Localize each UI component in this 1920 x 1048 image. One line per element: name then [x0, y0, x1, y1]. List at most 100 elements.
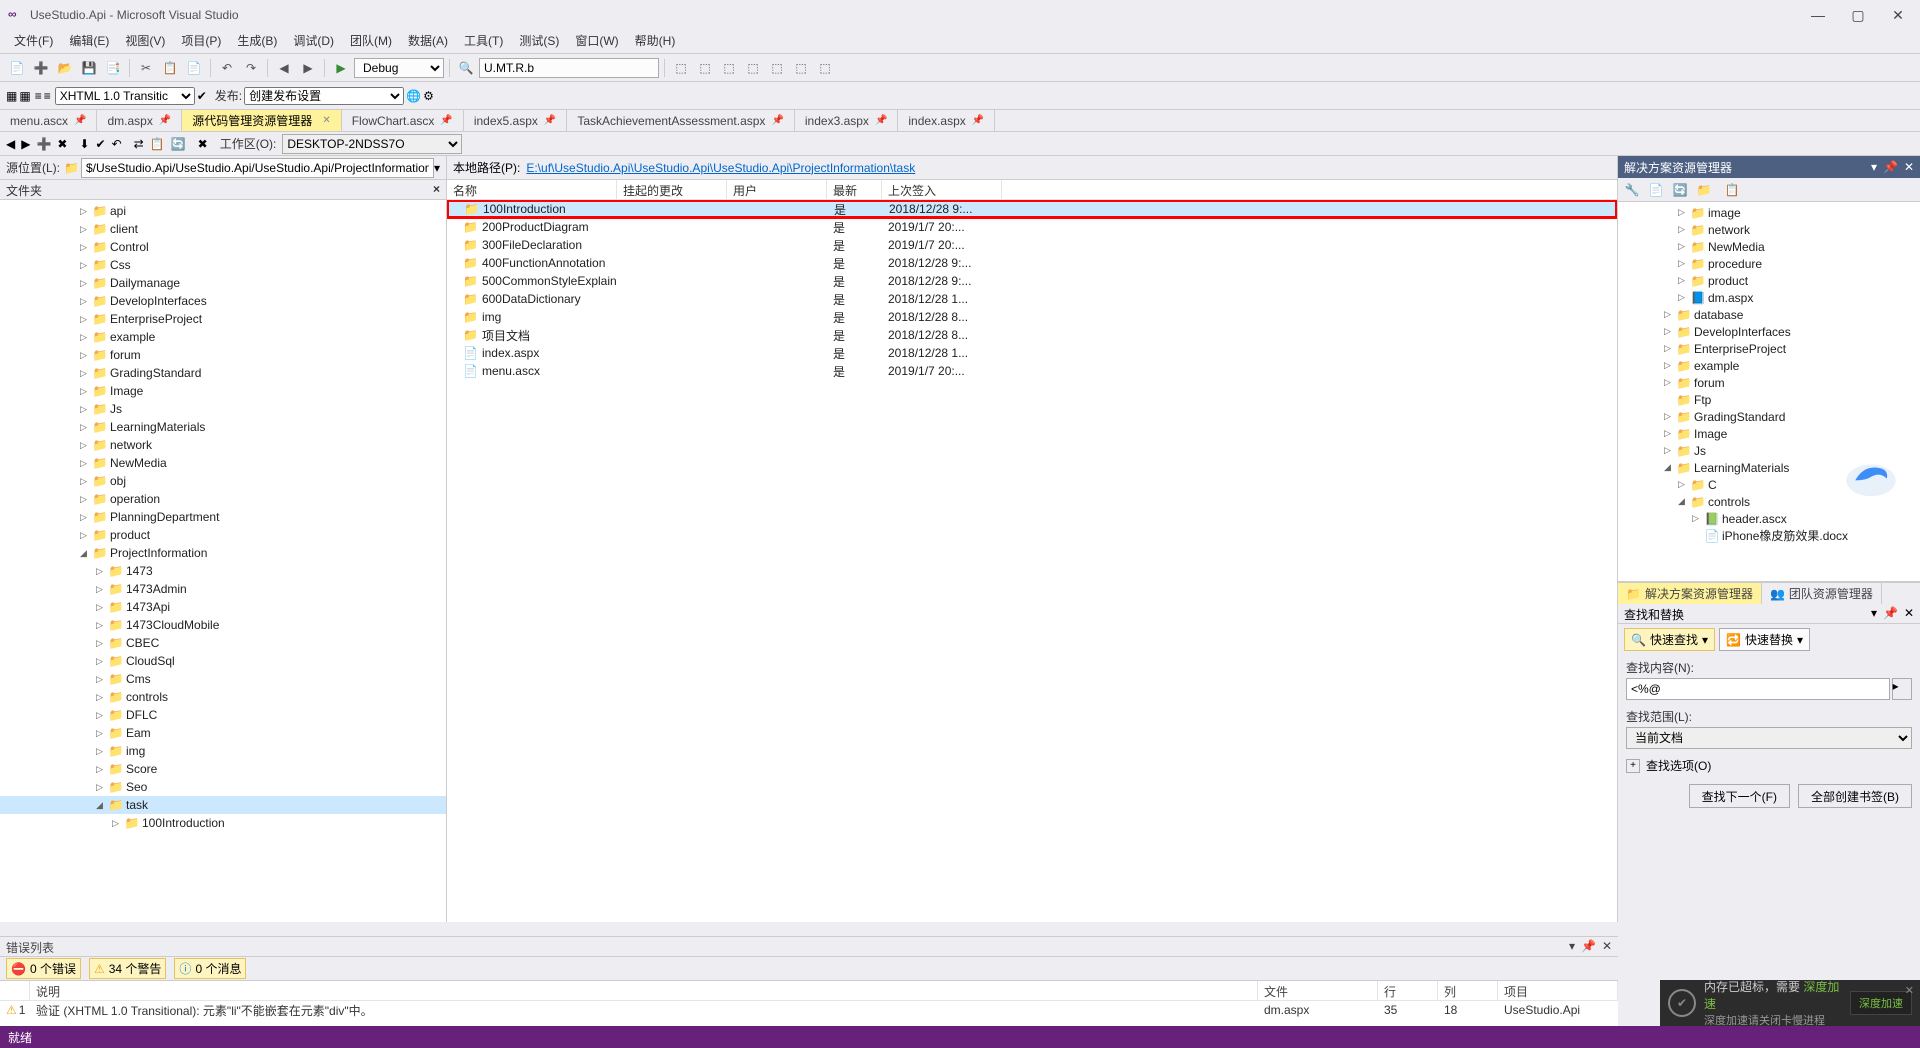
file-row[interactable]: 📁项目文档是2018/12/28 8... — [447, 326, 1617, 344]
panel-tab[interactable]: 👥团队资源管理器 — [1762, 583, 1882, 604]
column-header[interactable]: 名称 — [447, 180, 617, 199]
toolbox-icon-3[interactable]: ⬚ — [718, 57, 740, 79]
folder-tree-node[interactable]: ▷📁EnterpriseProject — [0, 310, 446, 328]
menu-item[interactable]: 生成(B) — [229, 30, 285, 53]
col-description[interactable]: 说明 — [30, 981, 1258, 1000]
pin-icon[interactable]: 📌 — [74, 115, 86, 126]
expand-icon[interactable]: ▷ — [96, 656, 108, 667]
toolbox-icon-2[interactable]: ⬚ — [694, 57, 716, 79]
save-all-icon[interactable]: 📑 — [102, 57, 124, 79]
expand-icon[interactable]: ▷ — [1678, 224, 1690, 235]
close-button[interactable]: ✕ — [1884, 7, 1912, 24]
expand-icon[interactable]: ▷ — [96, 566, 108, 577]
publish-select[interactable]: 创建发布设置 — [244, 87, 404, 105]
folder-tree-node[interactable]: ▷📁100Introduction — [0, 814, 446, 832]
folder-tree-node[interactable]: ▷📁controls — [0, 688, 446, 706]
sc-back-icon[interactable]: ◀ — [6, 137, 15, 151]
expand-icon[interactable]: ▷ — [1678, 241, 1690, 252]
expand-icon[interactable]: ▷ — [96, 746, 108, 757]
folder-tree-node[interactable]: ▷📁Dailymanage — [0, 274, 446, 292]
solution-tree-node[interactable]: ▷📁NewMedia — [1618, 238, 1920, 255]
solution-tree-node[interactable]: ▷📁product — [1618, 272, 1920, 289]
folder-tree-node[interactable]: ▷📁DFLC — [0, 706, 446, 724]
show-all-icon[interactable]: 📄 — [1646, 180, 1666, 200]
solution-tree-node[interactable]: ◢📁LearningMaterials — [1618, 459, 1920, 476]
copy-icon[interactable]: 📋 — [159, 57, 181, 79]
expand-icon[interactable]: ▷ — [80, 422, 92, 433]
pin-icon[interactable]: 📌 — [1581, 939, 1596, 954]
solution-tree-node[interactable]: ▷📁network — [1618, 221, 1920, 238]
folder-tree-node[interactable]: ▷📁CBEC — [0, 634, 446, 652]
expand-icon[interactable]: ▷ — [80, 314, 92, 325]
menu-item[interactable]: 视图(V) — [117, 30, 173, 53]
document-tab[interactable]: index.aspx📌 — [898, 110, 995, 131]
document-tab[interactable]: TaskAchievementAssessment.aspx📌 — [567, 110, 795, 131]
folder-tree-node[interactable]: ▷📁Image — [0, 382, 446, 400]
expand-icon[interactable]: ▷ — [80, 224, 92, 235]
expand-icon[interactable]: ▷ — [80, 440, 92, 451]
refresh-icon[interactable]: 🔄 — [1670, 180, 1690, 200]
col-col[interactable]: 列 — [1438, 981, 1498, 1000]
expand-icon[interactable]: ▷ — [80, 368, 92, 379]
folder-tree-node[interactable]: ▷📁obj — [0, 472, 446, 490]
expand-icon[interactable]: ▷ — [1678, 275, 1690, 286]
error-row[interactable]: ⚠1 验证 (XHTML 1.0 Transitional): 元素"li"不能… — [0, 1001, 1618, 1019]
folder-tree-node[interactable]: ▷📁Cms — [0, 670, 446, 688]
folder-tree-node[interactable]: ◢📁task — [0, 796, 446, 814]
pin-icon[interactable]: 📌 — [544, 115, 556, 126]
cut-icon[interactable]: ✂ — [135, 57, 157, 79]
folder-tree-node[interactable]: ▷📁client — [0, 220, 446, 238]
expand-icon[interactable]: ▷ — [80, 476, 92, 487]
folder-tree-node[interactable]: ▷📁img — [0, 742, 446, 760]
folder-tree-node[interactable]: ▷📁1473 — [0, 562, 446, 580]
solution-tree-node[interactable]: 📁Ftp — [1618, 391, 1920, 408]
dropdown-icon[interactable]: ▾ — [1569, 939, 1575, 954]
expand-options-icon[interactable]: + — [1626, 759, 1640, 773]
expand-icon[interactable]: ▷ — [80, 260, 92, 271]
folder-tree-node[interactable]: ◢📁ProjectInformation — [0, 544, 446, 562]
expand-icon[interactable]: ▷ — [1664, 309, 1676, 320]
errors-filter[interactable]: ⛔0 个错误 — [6, 958, 81, 979]
paste-icon[interactable]: 📄 — [183, 57, 205, 79]
publish-settings-icon[interactable]: ⚙ — [423, 89, 434, 103]
expand-icon[interactable]: ▷ — [96, 728, 108, 739]
undo-icon[interactable]: ↶ — [216, 57, 238, 79]
nest-icon[interactable]: 📁 — [1694, 180, 1714, 200]
validate-icon[interactable]: ✔ — [197, 89, 207, 103]
sc-tool-icon[interactable]: ✖ — [198, 137, 208, 151]
expand-icon[interactable]: ▷ — [1678, 258, 1690, 269]
folder-tree-node[interactable]: ▷📁forum — [0, 346, 446, 364]
col-line[interactable]: 行 — [1378, 981, 1438, 1000]
file-row[interactable]: 📁400FunctionAnnotation是2018/12/28 9:... — [447, 254, 1617, 272]
sc-undo-icon[interactable]: ↶ — [112, 137, 122, 151]
column-header[interactable]: 上次签入 — [882, 180, 1002, 199]
expand-icon[interactable]: ▷ — [80, 242, 92, 253]
find-content-input[interactable] — [1626, 678, 1890, 700]
solution-tree-node[interactable]: ▷📁EnterpriseProject — [1618, 340, 1920, 357]
publish-icon[interactable]: 🌐 — [406, 89, 421, 103]
folder-tree-node[interactable]: ▷📁DevelopInterfaces — [0, 292, 446, 310]
close-find-button[interactable]: ✕ — [1904, 606, 1914, 621]
menu-item[interactable]: 调试(D) — [285, 30, 342, 53]
solution-tree-node[interactable]: ▷📁example — [1618, 357, 1920, 374]
expand-icon[interactable]: ▷ — [96, 620, 108, 631]
menu-item[interactable]: 编辑(E) — [61, 30, 117, 53]
folder-tree-node[interactable]: ▷📁example — [0, 328, 446, 346]
folder-tree-node[interactable]: ▷📁1473Api — [0, 598, 446, 616]
panel-tab[interactable]: 📁解决方案资源管理器 — [1618, 583, 1762, 604]
sc-fwd-icon[interactable]: ▶ — [21, 137, 30, 151]
expand-icon[interactable]: ▷ — [96, 764, 108, 775]
document-tab[interactable]: index5.aspx📌 — [464, 110, 568, 131]
find-next-button[interactable]: 查找下一个(F) — [1689, 784, 1790, 808]
source-location-input[interactable] — [81, 158, 434, 178]
find-expand-icon[interactable]: ▸ — [1892, 678, 1912, 700]
expand-icon[interactable]: ▷ — [80, 458, 92, 469]
expand-icon[interactable]: ▷ — [80, 494, 92, 505]
expand-icon[interactable]: ▷ — [1678, 292, 1690, 303]
document-tab[interactable]: FlowChart.ascx📌 — [342, 110, 464, 131]
menu-item[interactable]: 数据(A) — [400, 30, 456, 53]
document-tab[interactable]: menu.ascx📌 — [0, 110, 97, 131]
expand-icon[interactable]: ▷ — [96, 638, 108, 649]
menu-item[interactable]: 项目(P) — [173, 30, 229, 53]
redo-icon[interactable]: ↷ — [240, 57, 262, 79]
